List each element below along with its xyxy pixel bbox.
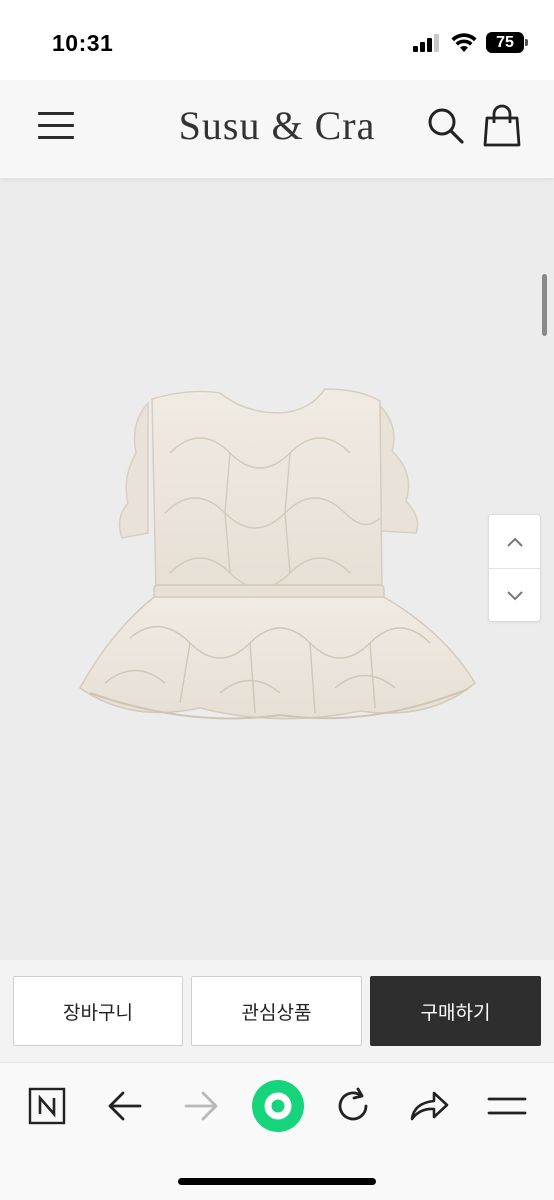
share-icon[interactable]	[406, 1083, 452, 1129]
back-arrow-icon[interactable]	[102, 1083, 148, 1129]
menu-lines-icon[interactable]	[484, 1083, 530, 1129]
purchase-action-bar: 장바구니 관심상품 구매하기	[0, 960, 554, 1062]
scrollbar-thumb[interactable]	[542, 274, 547, 336]
status-time: 10:31	[52, 30, 114, 56]
battery-icon: 75	[486, 32, 528, 53]
forward-arrow-icon[interactable]	[178, 1083, 224, 1129]
shopping-bag-icon[interactable]	[482, 104, 522, 148]
browser-toolbar	[0, 1062, 554, 1200]
image-scroll-nav	[488, 514, 541, 622]
battery-level: 75	[496, 33, 514, 51]
wishlist-button[interactable]: 관심상품	[191, 976, 362, 1046]
signal-icon	[413, 34, 441, 52]
search-icon[interactable]	[426, 106, 466, 146]
green-home-icon[interactable]	[251, 1079, 305, 1133]
status-bar: 10:31 75	[0, 0, 554, 80]
chevron-up-icon[interactable]	[489, 515, 540, 568]
chevron-down-icon[interactable]	[489, 569, 540, 622]
buy-now-button[interactable]: 구매하기	[370, 976, 541, 1046]
product-page: 10:31 75 Susu & Cra 장바구니 관심상품 구매하기	[0, 0, 554, 1200]
site-header: Susu & Cra	[0, 80, 554, 178]
product-image-area[interactable]	[0, 178, 554, 960]
wifi-icon	[451, 33, 477, 52]
product-image	[79, 388, 476, 720]
brand-logo[interactable]: Susu & Cra	[150, 102, 404, 149]
menu-icon[interactable]	[38, 108, 76, 144]
refresh-icon[interactable]	[330, 1083, 376, 1129]
home-indicator[interactable]	[178, 1178, 376, 1185]
add-to-cart-button[interactable]: 장바구니	[13, 976, 183, 1046]
naver-n-icon[interactable]	[24, 1083, 70, 1129]
